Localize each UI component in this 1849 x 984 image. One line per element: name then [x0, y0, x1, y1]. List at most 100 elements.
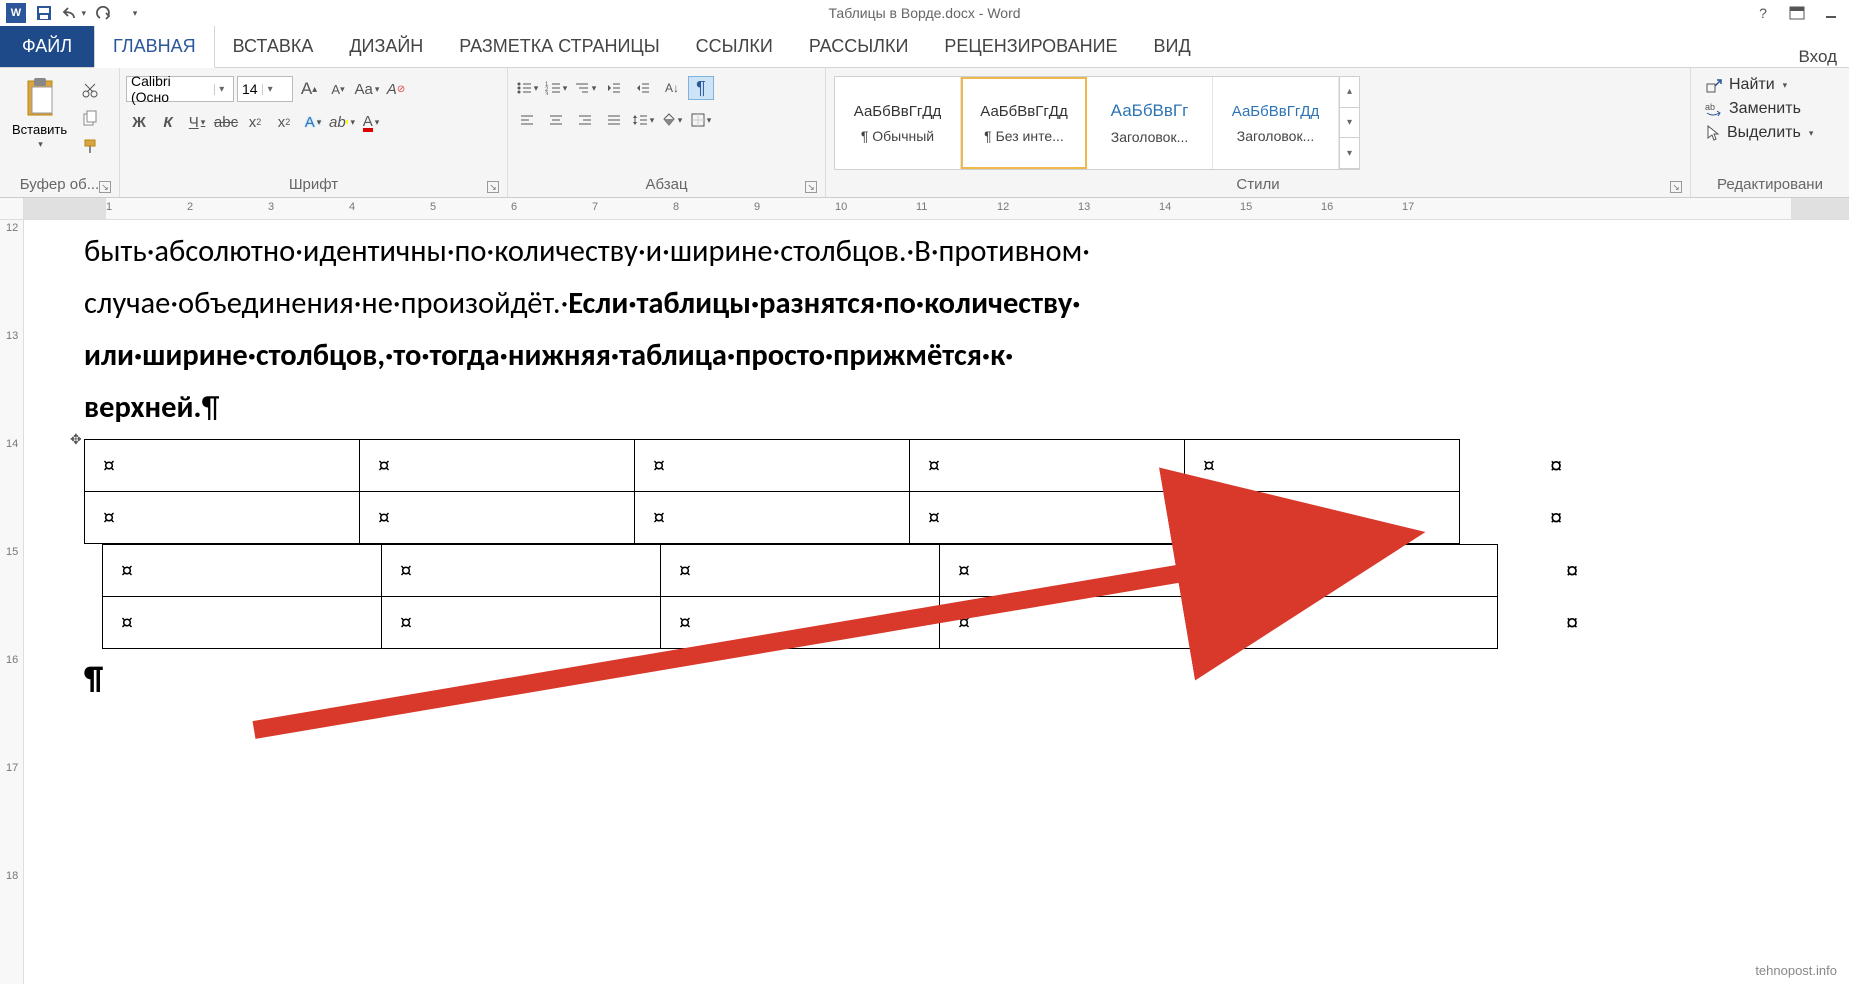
- superscript-button[interactable]: x2: [271, 110, 297, 134]
- tab-file[interactable]: ФАЙЛ: [0, 26, 94, 67]
- qat-customize-icon[interactable]: ▾: [122, 2, 146, 24]
- styles-expand-icon[interactable]: ▾: [1340, 138, 1359, 169]
- document-text[interactable]: быть·абсолютно·идентичны·по·количеству·и…: [84, 220, 1789, 433]
- align-left-icon[interactable]: [514, 108, 540, 132]
- paragraph-mark[interactable]: ¶: [84, 649, 1789, 698]
- align-center-icon[interactable]: [543, 108, 569, 132]
- table-1[interactable]: ¤¤¤¤¤¤¤¤¤¤: [84, 439, 1460, 544]
- vertical-ruler[interactable]: 12131415161718: [0, 220, 24, 984]
- row-end-mark: ¤: [1566, 610, 1578, 636]
- tab-insert[interactable]: ВСТАВКА: [215, 26, 332, 67]
- table-cell[interactable]: ¤: [940, 545, 1219, 597]
- table-cell[interactable]: ¤: [1185, 492, 1460, 544]
- italic-button[interactable]: К: [155, 110, 181, 134]
- paragraph-dialog-launcher-icon[interactable]: ↘: [805, 181, 817, 193]
- qat-undo-icon[interactable]: ▾: [62, 2, 86, 24]
- tab-review[interactable]: РЕЦЕНЗИРОВАНИЕ: [926, 26, 1135, 67]
- table-cell[interactable]: ¤: [910, 492, 1185, 544]
- table-cell[interactable]: ¤: [635, 440, 910, 492]
- multilevel-list-icon[interactable]: ▾: [572, 76, 598, 100]
- table-cell[interactable]: ¤: [103, 545, 382, 597]
- bullets-icon[interactable]: ▾: [514, 76, 540, 100]
- tab-references[interactable]: ССЫЛКИ: [678, 26, 791, 67]
- document-page[interactable]: быть·абсолютно·идентичны·по·количеству·и…: [24, 220, 1849, 984]
- cut-icon[interactable]: [77, 78, 103, 102]
- table-cell[interactable]: ¤: [382, 597, 661, 649]
- table-cell[interactable]: ¤: [1219, 597, 1498, 649]
- qat-redo-icon[interactable]: [92, 2, 116, 24]
- borders-icon[interactable]: ▾: [688, 108, 714, 132]
- table-cell[interactable]: ¤: [382, 545, 661, 597]
- table-cell[interactable]: ¤: [1219, 545, 1498, 597]
- find-icon: [1705, 76, 1723, 94]
- font-dialog-launcher-icon[interactable]: ↘: [487, 181, 499, 193]
- table-move-handle-icon[interactable]: ✥: [70, 431, 82, 448]
- font-size-combo[interactable]: 14▾: [237, 76, 293, 102]
- strikethrough-button[interactable]: abc: [213, 110, 239, 134]
- align-right-icon[interactable]: [572, 108, 598, 132]
- increase-indent-icon[interactable]: [630, 76, 656, 100]
- clear-formatting-icon[interactable]: A⊘: [383, 77, 409, 101]
- table-2[interactable]: ¤¤¤¤¤¤¤¤¤¤: [102, 544, 1498, 649]
- ribbon-display-icon[interactable]: [1785, 3, 1809, 23]
- table-cell[interactable]: ¤: [910, 440, 1185, 492]
- replace-button[interactable]: ab Заменить: [1705, 100, 1813, 118]
- help-icon[interactable]: ?: [1751, 3, 1775, 23]
- justify-icon[interactable]: [601, 108, 627, 132]
- change-case-icon[interactable]: Aa▾: [354, 77, 380, 101]
- tab-page-layout[interactable]: РАЗМЕТКА СТРАНИЦЫ: [441, 26, 677, 67]
- table-cell[interactable]: ¤: [1185, 440, 1460, 492]
- svg-text:ab: ab: [1705, 102, 1715, 112]
- table-cell[interactable]: ¤: [661, 597, 940, 649]
- copy-icon[interactable]: [77, 106, 103, 130]
- paste-dropdown-icon[interactable]: ▾: [38, 139, 43, 150]
- table-cell[interactable]: ¤: [85, 440, 360, 492]
- find-button[interactable]: Найти▾: [1705, 76, 1813, 94]
- line-spacing-icon[interactable]: ▾: [630, 108, 656, 132]
- paste-label: Вставить: [12, 122, 67, 137]
- clipboard-dialog-launcher-icon[interactable]: ↘: [99, 181, 111, 193]
- underline-button[interactable]: Ч▾: [184, 110, 210, 134]
- style-heading2[interactable]: АаБбВвГгДд Заголовок...: [1213, 77, 1339, 169]
- tab-home[interactable]: ГЛАВНАЯ: [94, 25, 215, 68]
- shading-icon[interactable]: ▾: [659, 108, 685, 132]
- numbering-icon[interactable]: 123▾: [543, 76, 569, 100]
- show-marks-button[interactable]: ¶: [688, 76, 714, 100]
- table-cell[interactable]: ¤: [661, 545, 940, 597]
- format-painter-icon[interactable]: [77, 134, 103, 158]
- qat-save-icon[interactable]: [32, 2, 56, 24]
- highlight-color-icon[interactable]: ab▾: [329, 110, 355, 134]
- tab-design[interactable]: ДИЗАЙН: [331, 26, 441, 67]
- group-font-label: Шрифт↘: [126, 174, 501, 197]
- tab-view[interactable]: ВИД: [1136, 26, 1209, 67]
- subscript-button[interactable]: x2: [242, 110, 268, 134]
- horizontal-ruler[interactable]: 1234567891011121314151617: [24, 198, 1849, 219]
- table-cell[interactable]: ¤: [635, 492, 910, 544]
- table-cell[interactable]: ¤: [85, 492, 360, 544]
- table-cell[interactable]: ¤: [360, 440, 635, 492]
- style-heading1[interactable]: АаБбВвГг Заголовок...: [1087, 77, 1213, 169]
- login-link[interactable]: Вход: [1799, 47, 1849, 67]
- font-color-icon[interactable]: A▾: [358, 110, 384, 134]
- grow-font-icon[interactable]: A▴: [296, 77, 322, 101]
- paste-button[interactable]: Вставить ▾: [6, 72, 73, 154]
- table-cell[interactable]: ¤: [103, 597, 382, 649]
- style-no-spacing[interactable]: АаБбВвГгДд ¶ Без инте...: [961, 77, 1087, 169]
- sort-icon[interactable]: A↓: [659, 76, 685, 100]
- group-editing-label: Редактировани: [1697, 174, 1843, 197]
- shrink-font-icon[interactable]: A▾: [325, 77, 351, 101]
- bold-button[interactable]: Ж: [126, 110, 152, 134]
- table-cell[interactable]: ¤: [360, 492, 635, 544]
- font-name-combo[interactable]: Calibri (Осно▾: [126, 76, 234, 102]
- select-button[interactable]: Выделить▾: [1705, 124, 1813, 142]
- group-styles-label: Стили↘: [832, 174, 1684, 197]
- minimize-icon[interactable]: [1819, 3, 1843, 23]
- style-normal[interactable]: АаБбВвГгДд ¶ Обычный: [835, 77, 961, 169]
- styles-dialog-launcher-icon[interactable]: ↘: [1670, 181, 1682, 193]
- styles-scroll-up-icon[interactable]: ▴: [1340, 77, 1359, 108]
- table-cell[interactable]: ¤: [940, 597, 1219, 649]
- text-effects-icon[interactable]: A▾: [300, 110, 326, 134]
- styles-scroll-down-icon[interactable]: ▾: [1340, 108, 1359, 139]
- tab-mailings[interactable]: РАССЫЛКИ: [791, 26, 927, 67]
- decrease-indent-icon[interactable]: [601, 76, 627, 100]
